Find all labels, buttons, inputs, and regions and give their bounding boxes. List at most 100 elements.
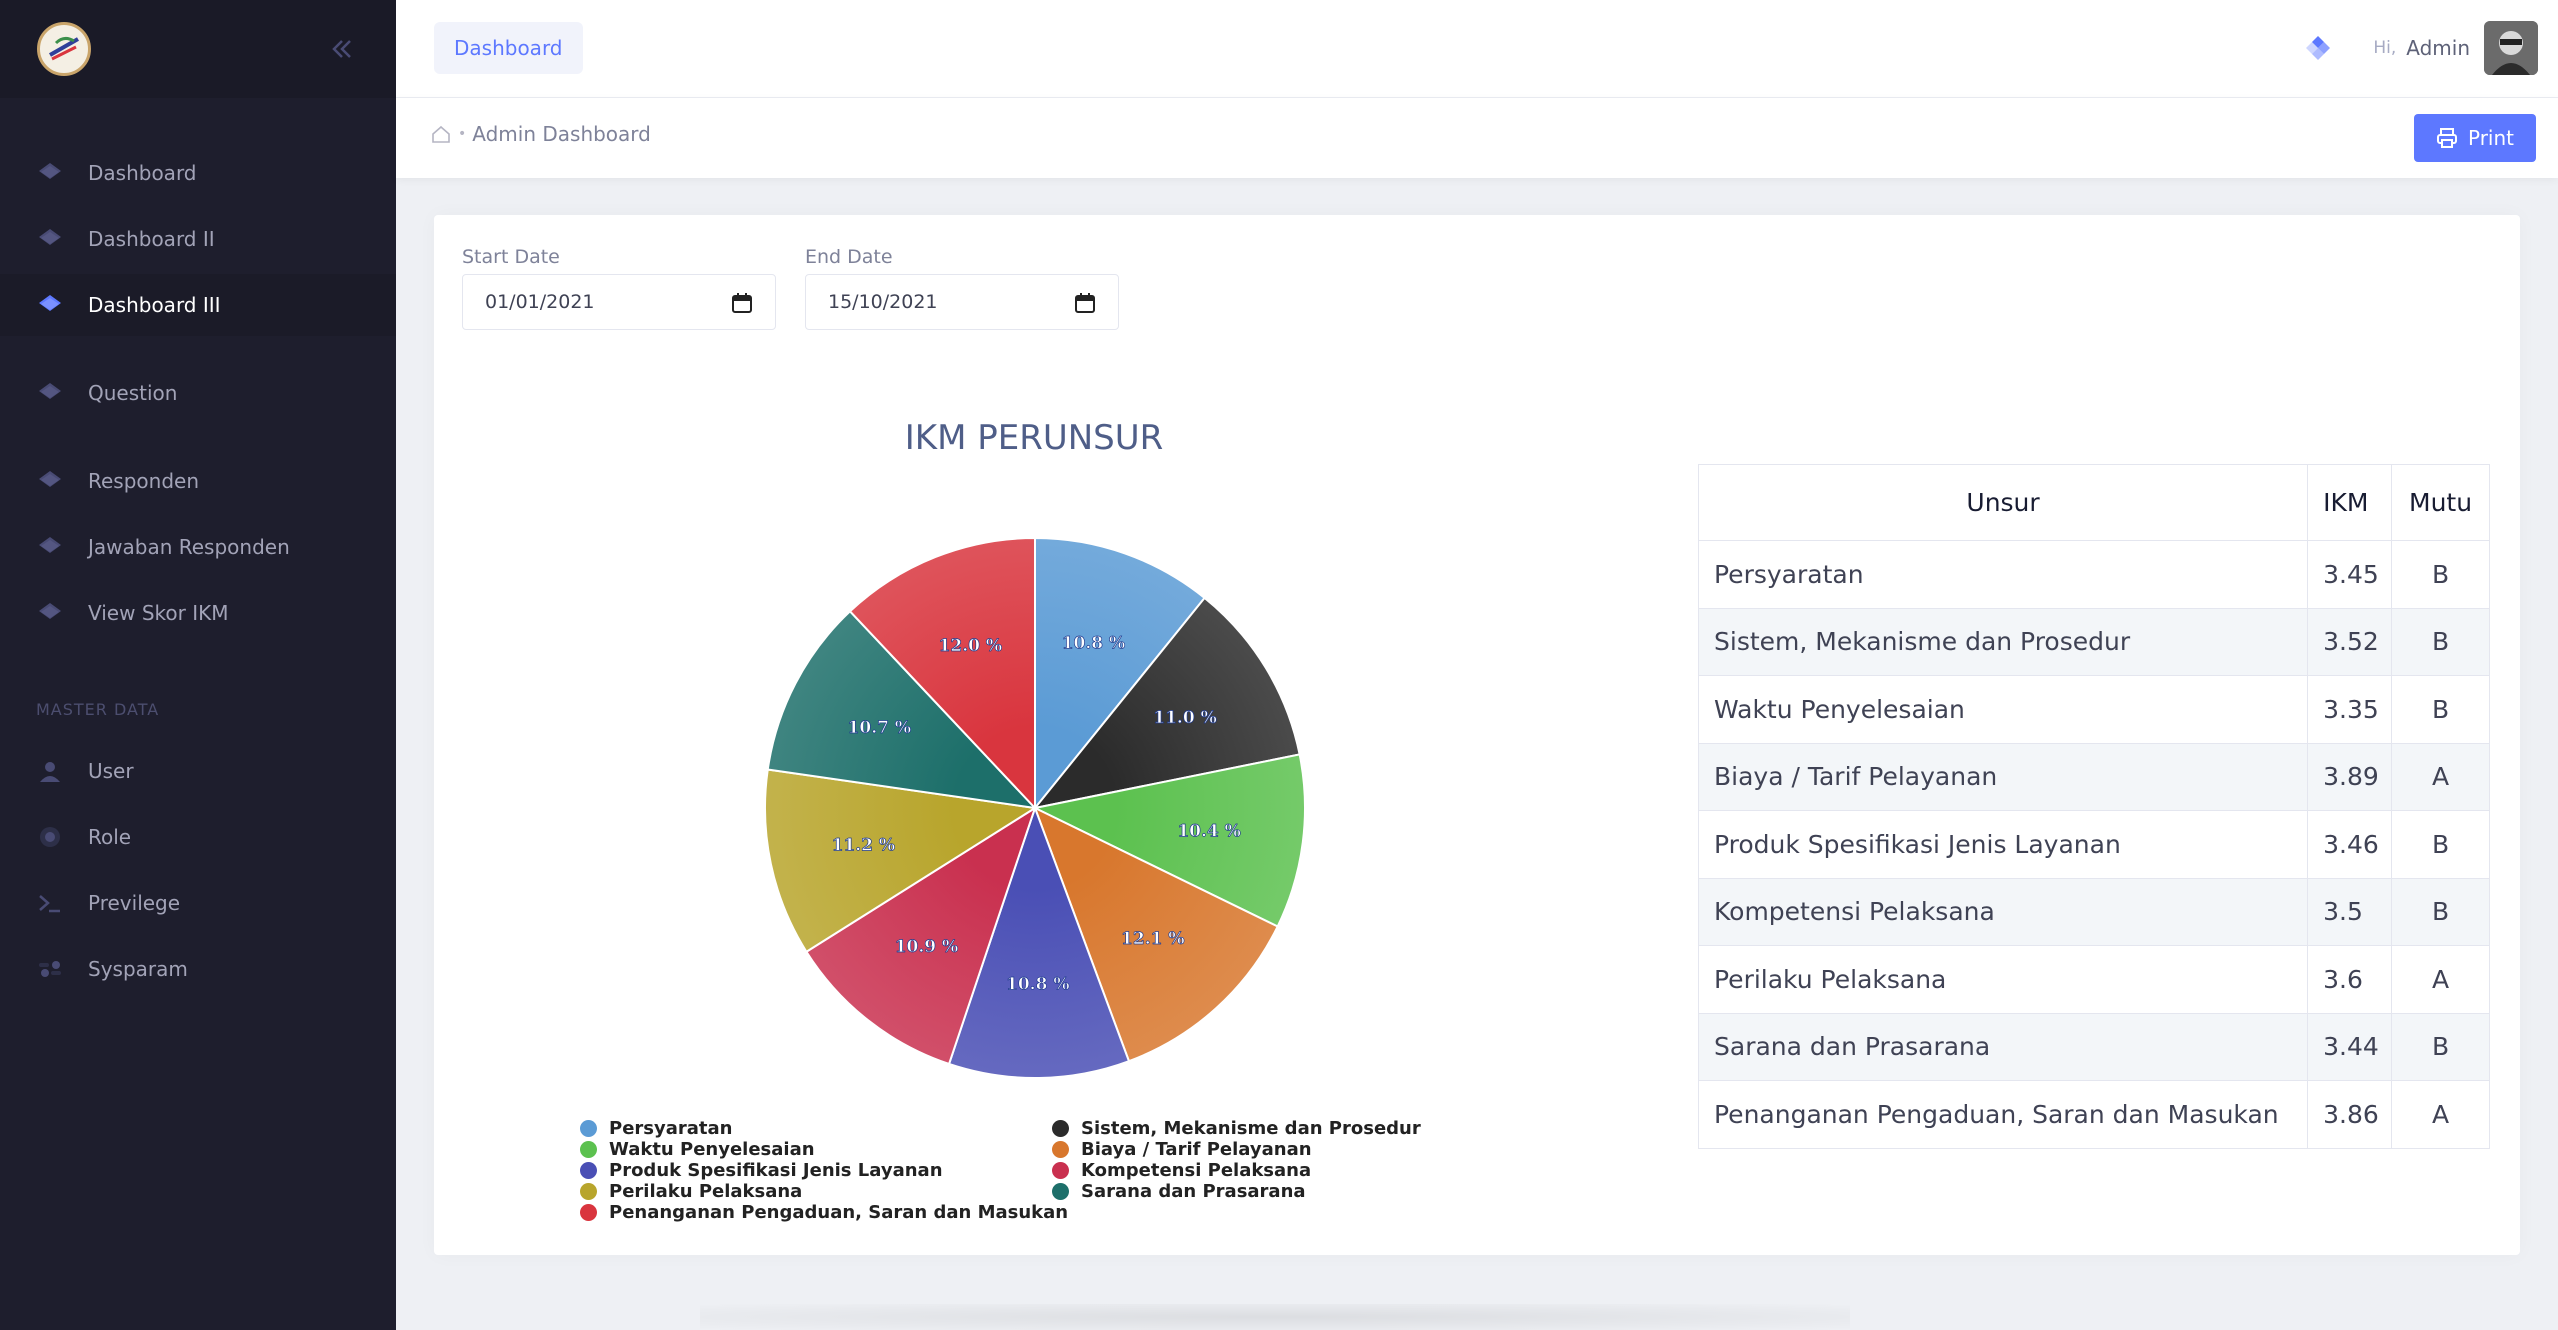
apps-icon[interactable] [2303, 33, 2333, 63]
sidebar-item-previlege[interactable]: Previlege [0, 872, 396, 934]
cell-mutu: A [2391, 1080, 2490, 1149]
header-tab-dashboard[interactable]: Dashboard [434, 22, 583, 74]
cell-unsur: Produk Spesifikasi Jenis Layanan [1697, 810, 2309, 879]
layers-icon [36, 533, 64, 561]
sidebar-item-label: Dashboard III [88, 293, 221, 317]
sidebar-item-label: Sysparam [88, 957, 188, 981]
legend-item[interactable]: Biaya / Tarif Pelayanan [1052, 1139, 1312, 1160]
settings-icon [36, 823, 64, 851]
cell-unsur: Sistem, Mekanisme dan Prosedur [1697, 607, 2309, 676]
legend-swatch [580, 1204, 597, 1221]
sidebar-item-responden[interactable]: Responden [0, 450, 396, 512]
cell-ikm: 3.86 [2307, 1080, 2393, 1149]
cell-mutu: B [2391, 810, 2490, 879]
cell-unsur: Sarana dan Prasarana [1697, 1012, 2309, 1081]
user-icon [36, 757, 64, 785]
legend-label: Produk Spesifikasi Jenis Layanan [609, 1160, 943, 1181]
greeting-text: Hi, [2373, 38, 2397, 58]
legend-label: Persyaratan [609, 1118, 733, 1139]
terminal-icon [36, 889, 64, 917]
end-date-input[interactable]: 15/10/2021 [805, 274, 1119, 330]
cell-unsur: Kompetensi Pelaksana [1697, 877, 2309, 946]
legend-swatch [580, 1183, 597, 1200]
cell-ikm: 3.44 [2307, 1012, 2393, 1081]
layers-icon [36, 467, 64, 495]
layers-icon [36, 379, 64, 407]
avatar[interactable] [2484, 21, 2538, 75]
legend-item[interactable]: Sistem, Mekanisme dan Prosedur [1052, 1118, 1421, 1139]
legend-item[interactable]: Penanganan Pengaduan, Saran dan Masukan [580, 1202, 1068, 1223]
cell-ikm: 3.89 [2307, 742, 2393, 811]
sidebar-item-sysparam[interactable]: Sysparam [0, 938, 396, 1000]
collapse-sidebar-icon[interactable] [326, 34, 356, 64]
legend-label: Kompetensi Pelaksana [1081, 1160, 1312, 1181]
legend-label: Sarana dan Prasarana [1081, 1181, 1306, 1202]
cell-ikm: 3.45 [2307, 540, 2393, 609]
user-menu: Hi, Admin [2303, 20, 2538, 76]
layers-icon [36, 291, 64, 319]
start-date-value: 01/01/2021 [485, 291, 595, 313]
sidebar-item-label: Role [88, 825, 132, 849]
cell-mutu: B [2391, 877, 2490, 946]
app-logo[interactable] [37, 22, 91, 76]
cell-ikm: 3.35 [2307, 675, 2393, 744]
legend-item[interactable]: Kompetensi Pelaksana [1052, 1160, 1311, 1181]
start-date-input[interactable]: 01/01/2021 [462, 274, 776, 330]
cell-mutu: A [2391, 742, 2490, 811]
layers-icon [36, 599, 64, 627]
print-button-label: Print [2467, 126, 2514, 150]
table-row: Sistem, Mekanisme dan Prosedur 3.52 B [1697, 607, 2490, 676]
top-header: Dashboard Hi, Admin [396, 0, 2558, 98]
legend-swatch [580, 1162, 597, 1179]
print-button[interactable]: Print [2413, 114, 2536, 162]
calendar-icon[interactable] [1074, 292, 1096, 319]
cell-mutu: B [2391, 1012, 2490, 1081]
table-row: Waktu Penyelesaian 3.35 B [1697, 675, 2490, 744]
cell-unsur: Perilaku Pelaksana [1697, 945, 2309, 1014]
cell-unsur: Biaya / Tarif Pelayanan [1697, 742, 2309, 811]
cell-unsur: Persyaratan [1697, 540, 2309, 609]
breadcrumb-current[interactable]: Admin Dashboard [472, 122, 651, 146]
layers-icon [36, 159, 64, 187]
section-label-master-data: MASTER DATA [36, 700, 160, 719]
subheader: • Admin Dashboard Print [396, 98, 2558, 178]
start-date-label: Start Date [462, 246, 560, 268]
sidebar-item-jawaban-responden[interactable]: Jawaban Responden [0, 516, 396, 578]
cell-unsur: Penanganan Pengaduan, Saran dan Masukan [1697, 1080, 2309, 1149]
column-header-mutu: Mutu [2391, 464, 2490, 541]
sidebar-item-user[interactable]: User [0, 740, 396, 802]
legend-item[interactable]: Waktu Penyelesaian [580, 1139, 815, 1160]
footer-shadow [700, 1304, 1850, 1330]
sidebar-item-label: Previlege [88, 891, 181, 915]
legend-item[interactable]: Persyaratan [580, 1118, 732, 1139]
home-icon[interactable] [430, 123, 452, 145]
cell-mutu: B [2391, 607, 2490, 676]
legend-label: Perilaku Pelaksana [609, 1181, 803, 1202]
legend-label: Waktu Penyelesaian [609, 1139, 815, 1160]
toggle-icon [36, 955, 64, 983]
legend-swatch [580, 1141, 597, 1158]
sidebar-item-label: Question [88, 381, 178, 405]
cell-ikm: 3.6 [2307, 945, 2393, 1014]
sidebar-item-view-skor-ikm[interactable]: View Skor IKM [0, 582, 396, 644]
legend-label: Penanganan Pengaduan, Saran dan Masukan [609, 1202, 1069, 1223]
sidebar-item-dashboard-ii[interactable]: Dashboard II [0, 208, 396, 270]
calendar-icon[interactable] [731, 292, 753, 319]
table-row: Penanganan Pengaduan, Saran dan Masukan … [1697, 1080, 2490, 1149]
sidebar-header [0, 0, 396, 98]
legend-item[interactable]: Sarana dan Prasarana [1052, 1181, 1306, 1202]
legend-swatch [1052, 1183, 1069, 1200]
legend-item[interactable]: Perilaku Pelaksana [580, 1181, 802, 1202]
legend-label: Sistem, Mekanisme dan Prosedur [1081, 1118, 1421, 1139]
column-header-unsur: Unsur [1697, 464, 2309, 541]
user-name[interactable]: Admin [2406, 36, 2470, 60]
sidebar-item-dashboard-iii[interactable]: Dashboard III [0, 274, 396, 336]
legend-item[interactable]: Produk Spesifikasi Jenis Layanan [580, 1160, 943, 1181]
sidebar-item-label: Dashboard [88, 161, 197, 185]
sidebar-item-question[interactable]: Question [0, 362, 396, 424]
sidebar-item-dashboard[interactable]: Dashboard [0, 142, 396, 204]
table-row: Kompetensi Pelaksana 3.5 B [1697, 877, 2490, 946]
legend-swatch [1052, 1141, 1069, 1158]
sidebar-item-role[interactable]: Role [0, 806, 396, 868]
legend-swatch [1052, 1120, 1069, 1137]
